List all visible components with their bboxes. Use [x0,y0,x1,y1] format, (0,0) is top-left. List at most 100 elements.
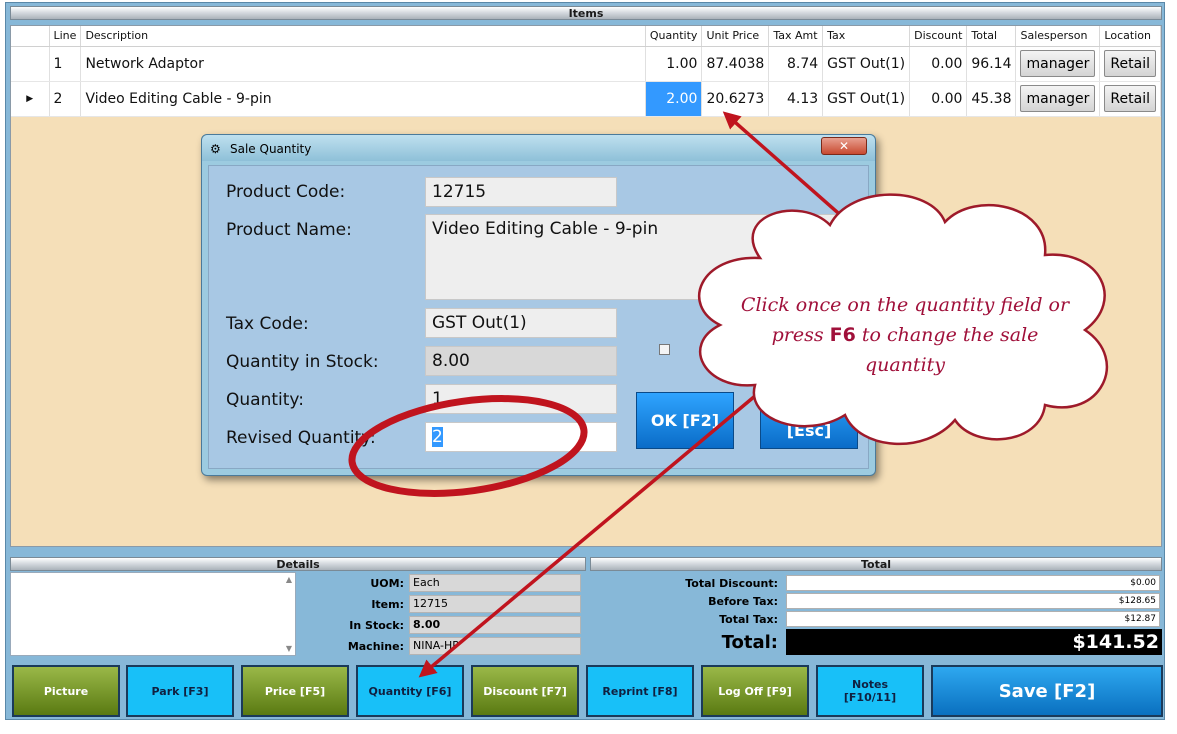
revised-quantity-input[interactable]: 2 [425,422,617,452]
header-tax-amt[interactable]: Tax Amt [768,26,824,47]
close-button-label-1: Clos [790,401,828,421]
header-salesperson[interactable]: Salesperson [1015,26,1101,47]
grand-total-label: Total: [721,632,778,653]
header-tax[interactable]: Tax [822,26,911,47]
item-value: 12715 [409,595,581,613]
revised-quantity-value: 2 [432,427,443,447]
app-icon: ⚙ [210,142,221,156]
details-notes-box[interactable]: ▲ ▼ [10,572,296,656]
table-row[interactable]: 1 Network Adaptor 1.00 87.4038 8.74 GST … [11,46,1161,82]
header-quantity[interactable]: Quantity [645,26,703,47]
callout-line-2: press F6 to change the sale [730,320,1080,350]
header-unit-price[interactable]: Unit Price [701,26,770,47]
total-tax-value: $12.87 [786,611,1160,627]
uom-label: UOM: [370,577,404,590]
in-stock-value: 8.00 [409,616,581,634]
scroll-up-icon[interactable]: ▲ [286,575,292,584]
uom-value: Each [409,574,581,592]
row-pointer-icon: ▶ [26,93,34,104]
before-tax-label: Before Tax: [708,595,778,608]
salesperson-button[interactable]: manager [1020,50,1096,77]
cell-tax[interactable]: GST Out(1) [822,81,911,117]
before-tax-value: $128.65 [786,593,1160,609]
cell-discount[interactable]: 0.00 [909,81,968,117]
dialog-title-bar: ⚙ Sale Quantity ✕ [202,135,875,161]
cell-tax-amt[interactable]: 8.74 [768,46,824,82]
cell-description[interactable]: Video Editing Cable - 9-pin [80,81,646,117]
reprint-button[interactable]: Reprint [F8] [586,665,694,717]
header-description[interactable]: Description [80,26,646,47]
revised-quantity-label: Revised Quantity: [226,428,376,448]
row-marker [11,46,50,82]
product-code-field: 12715 [425,177,617,207]
discount-button[interactable]: Discount [F7] [471,665,579,717]
dialog-title: Sale Quantity [230,142,312,156]
location-button[interactable]: Retail [1104,85,1156,112]
callout-line-3: quantity [864,354,946,376]
price-button[interactable]: Price [F5] [241,665,349,717]
cell-unit-price[interactable]: 20.6273 [701,81,770,117]
cell-line[interactable]: 2 [49,81,82,117]
park-button[interactable]: Park [F3] [126,665,234,717]
items-header-row: Line Description Quantity Unit Price Tax… [11,26,1161,47]
cell-unit-price[interactable]: 87.4038 [701,46,770,82]
cell-salesperson: manager [1015,46,1101,82]
product-code-label: Product Code: [226,182,346,202]
header-line[interactable]: Line [49,26,82,47]
header-marker [11,26,50,47]
quantity-field: 1 [425,384,617,414]
cell-tax[interactable]: GST Out(1) [822,46,911,82]
total-section-title: Total [590,557,1162,571]
items-table: Line Description Quantity Unit Price Tax… [11,26,1161,117]
close-button-label-2: [Esc] [786,420,832,440]
cell-location: Retail [1099,81,1161,117]
cell-tax-amt[interactable]: 4.13 [768,81,824,117]
machine-label: Machine: [347,640,404,653]
product-name-field: Video Editing Cable - 9-pin [425,214,859,300]
item-label: Item: [371,598,404,611]
cell-total[interactable]: 96.14 [966,46,1017,82]
log-off-button[interactable]: Log Off [F9] [701,665,809,717]
stock-field: 8.00 [425,346,617,376]
product-name-label: Product Name: [226,220,352,240]
callout-text: Click once on the quantity field or pres… [730,290,1080,380]
notes-button[interactable]: Notes [F10/11] [816,665,924,717]
cell-salesperson: manager [1015,81,1101,117]
row-marker: ▶ [11,81,50,117]
quantity-button[interactable]: Quantity [F6] [356,665,464,717]
callout-key: F6 [829,324,856,346]
machine-value: NINA-HP [409,637,581,655]
quantity-label: Quantity: [226,390,304,410]
in-stock-label: In Stock: [349,619,404,632]
cell-location: Retail [1099,46,1161,82]
callout-line-2-post: to change the sale [855,324,1039,346]
cell-description[interactable]: Network Adaptor [80,46,646,82]
items-section-title: Items [10,6,1162,20]
cell-line[interactable]: 1 [49,46,82,82]
tax-code-field: GST Out(1) [425,308,617,338]
callout-line-2-pre: press [771,324,830,346]
header-discount[interactable]: Discount [909,26,968,47]
salesperson-button[interactable]: manager [1020,85,1096,112]
scroll-down-icon[interactable]: ▼ [286,644,292,653]
close-button[interactable]: Clos [Esc] [760,392,858,449]
table-row[interactable]: ▶ 2 Video Editing Cable - 9-pin 2.00 20.… [11,81,1161,117]
header-total[interactable]: Total [966,26,1017,47]
cell-quantity-selected[interactable]: 2.00 [645,81,703,117]
header-location[interactable]: Location [1099,26,1161,47]
grand-total-value: $141.52 [786,629,1162,655]
picture-button[interactable]: Picture [12,665,120,717]
tax-code-label: Tax Code: [226,314,309,334]
location-button[interactable]: Retail [1104,50,1156,77]
total-discount-value: $0.00 [786,575,1160,591]
cell-quantity[interactable]: 1.00 [645,46,703,82]
stock-label: Quantity in Stock: [226,352,379,372]
details-section-title: Details [10,557,586,571]
total-discount-label: Total Discount: [685,577,778,590]
save-button[interactable]: Save [F2] [931,665,1163,717]
cell-discount[interactable]: 0.00 [909,46,968,82]
close-icon[interactable]: ✕ [821,137,867,155]
option-checkbox[interactable] [659,344,670,355]
cell-total[interactable]: 45.38 [966,81,1017,117]
ok-button[interactable]: OK [F2] [636,392,734,449]
